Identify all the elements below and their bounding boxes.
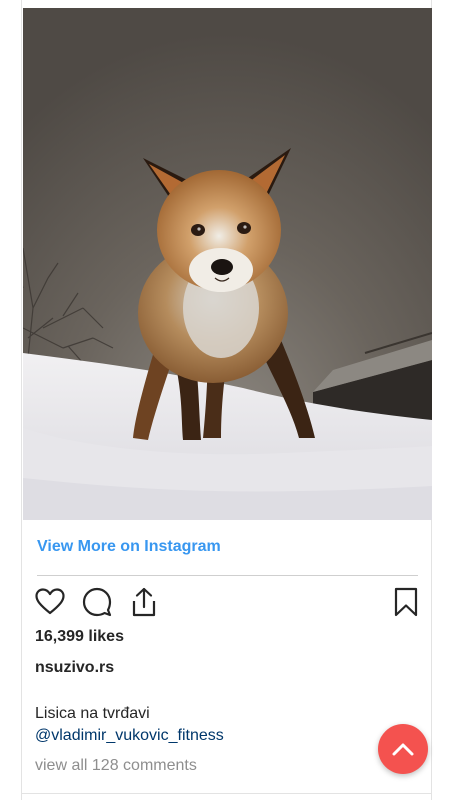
- divider: [37, 575, 418, 576]
- scroll-to-top-button[interactable]: [378, 724, 428, 774]
- mention-link[interactable]: @vladimir_vukovic_fitness: [35, 727, 224, 745]
- instagram-embed-card: View More on Instagram 16,399 likes nsuz…: [21, 0, 432, 800]
- share-icon[interactable]: [128, 586, 160, 618]
- card-bottom-border: [22, 793, 431, 794]
- post-caption: Lisica na tvrđavi: [35, 705, 150, 722]
- post-photo[interactable]: [23, 8, 432, 520]
- bookmark-icon[interactable]: [390, 586, 422, 618]
- heart-icon[interactable]: [34, 586, 66, 618]
- likes-count: 16,399 likes: [35, 628, 124, 645]
- account-name[interactable]: nsuzivo.rs: [35, 659, 114, 677]
- chevron-up-icon: [392, 743, 414, 756]
- view-all-comments-link[interactable]: view all 128 comments: [35, 757, 197, 775]
- view-more-on-instagram-link[interactable]: View More on Instagram: [37, 538, 221, 556]
- post-actions-bar: [34, 586, 420, 618]
- comment-icon[interactable]: [81, 586, 113, 618]
